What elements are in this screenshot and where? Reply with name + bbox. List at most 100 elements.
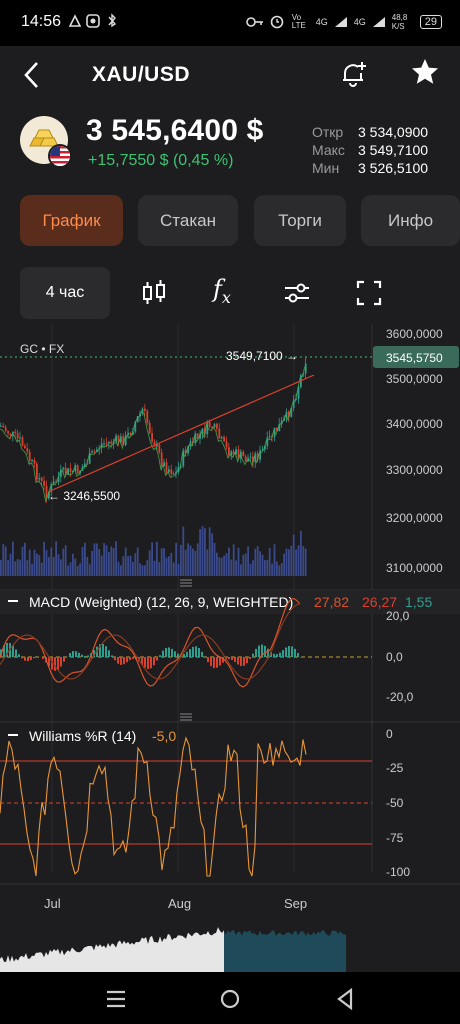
candle-body xyxy=(244,456,247,462)
tab-chart[interactable]: График xyxy=(20,195,123,246)
volume-bar xyxy=(117,561,120,576)
volume-bar xyxy=(91,550,93,576)
macd-histogram-bar xyxy=(282,650,284,657)
volume-bar xyxy=(252,560,254,576)
back-triangle-icon[interactable] xyxy=(331,986,359,1012)
volume-bar xyxy=(67,565,69,576)
panel-resize-handle[interactable] xyxy=(180,713,192,721)
volume-bar xyxy=(213,542,216,576)
volume-bar xyxy=(124,547,127,576)
candle-body xyxy=(160,452,163,467)
volume-bar xyxy=(165,557,168,576)
price-chart[interactable]: 3600,0000 3500,0000 3400,0000 3300,0000 … xyxy=(0,324,460,972)
signal-icon-1 xyxy=(334,17,347,27)
chart-panel[interactable]: 3600,0000 3500,0000 3400,0000 3300,0000 … xyxy=(0,324,460,972)
price-stats: Откр 3 534,0900 Макс 3 549,7100 Мин 3 526,5… xyxy=(312,123,428,177)
volume-bar xyxy=(235,560,237,576)
candle-body xyxy=(76,465,79,474)
range-navigator[interactable] xyxy=(0,927,346,972)
volume-bar xyxy=(2,544,5,576)
candlestick-icon[interactable] xyxy=(138,277,170,309)
stat-high: Макс 3 549,7100 xyxy=(312,142,429,158)
candle-body xyxy=(129,432,132,435)
candle-body xyxy=(213,424,216,428)
volume-bar xyxy=(285,548,288,576)
macd-histogram-bar xyxy=(165,647,167,657)
volume-bar xyxy=(24,542,26,576)
volume-bar xyxy=(38,555,41,576)
candle-body xyxy=(103,443,105,445)
macd-histogram-bar xyxy=(18,654,20,657)
candle-body xyxy=(33,460,36,464)
function-icon[interactable]: fx xyxy=(213,275,231,307)
page-title: XAU/USD xyxy=(92,63,191,86)
bell-plus-icon[interactable] xyxy=(338,59,368,89)
macd-histogram-bar xyxy=(174,651,176,657)
x-tick: Jul xyxy=(44,896,61,911)
macd-histogram-bar xyxy=(84,655,86,657)
candle-body xyxy=(225,441,228,448)
tab-info[interactable]: Инфо xyxy=(361,195,460,246)
candle-body xyxy=(62,467,65,470)
volume-bar xyxy=(74,558,77,576)
status-right: Vo LTE 4G 4G 48,8 K/S 29 xyxy=(245,13,442,31)
volume-bar xyxy=(172,562,175,576)
williams-indicator xyxy=(0,736,307,877)
volume-bar xyxy=(247,546,249,576)
candle-body xyxy=(249,456,252,458)
volume-bar xyxy=(232,544,235,576)
volume-bar xyxy=(300,530,302,576)
macd-histogram-bar xyxy=(210,657,212,667)
volume-bar xyxy=(98,549,101,576)
tab-orderbook[interactable]: Стакан xyxy=(138,195,238,246)
candle-body xyxy=(223,436,225,442)
candle-body xyxy=(151,433,153,442)
macd-histogram-bar xyxy=(42,657,44,660)
menu-icon[interactable] xyxy=(102,986,130,1012)
volume-bar xyxy=(237,547,240,576)
fullscreen-icon[interactable] xyxy=(353,277,385,309)
us-flag-icon xyxy=(48,144,72,168)
volume-bar xyxy=(12,541,14,576)
candle-body xyxy=(60,469,62,477)
macd-label: MACD (Weighted) (12, 26, 9, WEIGHTED) xyxy=(29,594,293,610)
volume-bar xyxy=(146,560,149,576)
panel-resize-handle[interactable] xyxy=(180,579,192,587)
timeframe-button[interactable]: 4 час xyxy=(20,267,110,319)
williams-line xyxy=(0,736,307,877)
volume-bar xyxy=(122,556,125,576)
volume-bar xyxy=(28,549,31,576)
volume-bar xyxy=(228,547,230,576)
candle-body xyxy=(268,436,271,438)
macd-histogram-bar xyxy=(21,657,23,659)
candle-body xyxy=(100,443,103,448)
tab-trades[interactable]: Торги xyxy=(254,195,346,246)
price-candles xyxy=(0,357,307,504)
home-circle-icon[interactable] xyxy=(216,986,244,1012)
y-tick: 3100,0000 xyxy=(386,561,443,575)
volume-bar xyxy=(40,562,43,576)
macd-histogram-bar xyxy=(108,650,110,657)
volume-bar xyxy=(218,557,221,576)
candle-body xyxy=(91,451,93,453)
volume-bar xyxy=(223,555,225,576)
candle-body xyxy=(7,430,9,434)
volume-bar xyxy=(14,561,17,576)
star-icon[interactable] xyxy=(410,57,440,95)
volume-bar xyxy=(220,557,223,576)
volume-bar xyxy=(141,565,144,576)
volume-bar xyxy=(79,563,81,576)
y-tick: 3600,0000 xyxy=(386,327,443,341)
quote-summary: 3 545,6400 $ +15,7550 $ (0,45 %) Откр 3 5… xyxy=(0,110,460,185)
macd-histogram-bar xyxy=(147,657,149,670)
volume-bar xyxy=(225,553,228,576)
volume-bar xyxy=(192,548,194,576)
candle-body xyxy=(220,436,223,439)
chevron-left-icon[interactable] xyxy=(22,60,42,98)
volume-bar xyxy=(88,564,91,576)
volume-bar xyxy=(163,548,165,576)
volume-bar xyxy=(60,559,62,576)
candle-body xyxy=(216,424,218,429)
candle-body xyxy=(19,437,21,439)
settings-sliders-icon[interactable] xyxy=(281,277,313,309)
